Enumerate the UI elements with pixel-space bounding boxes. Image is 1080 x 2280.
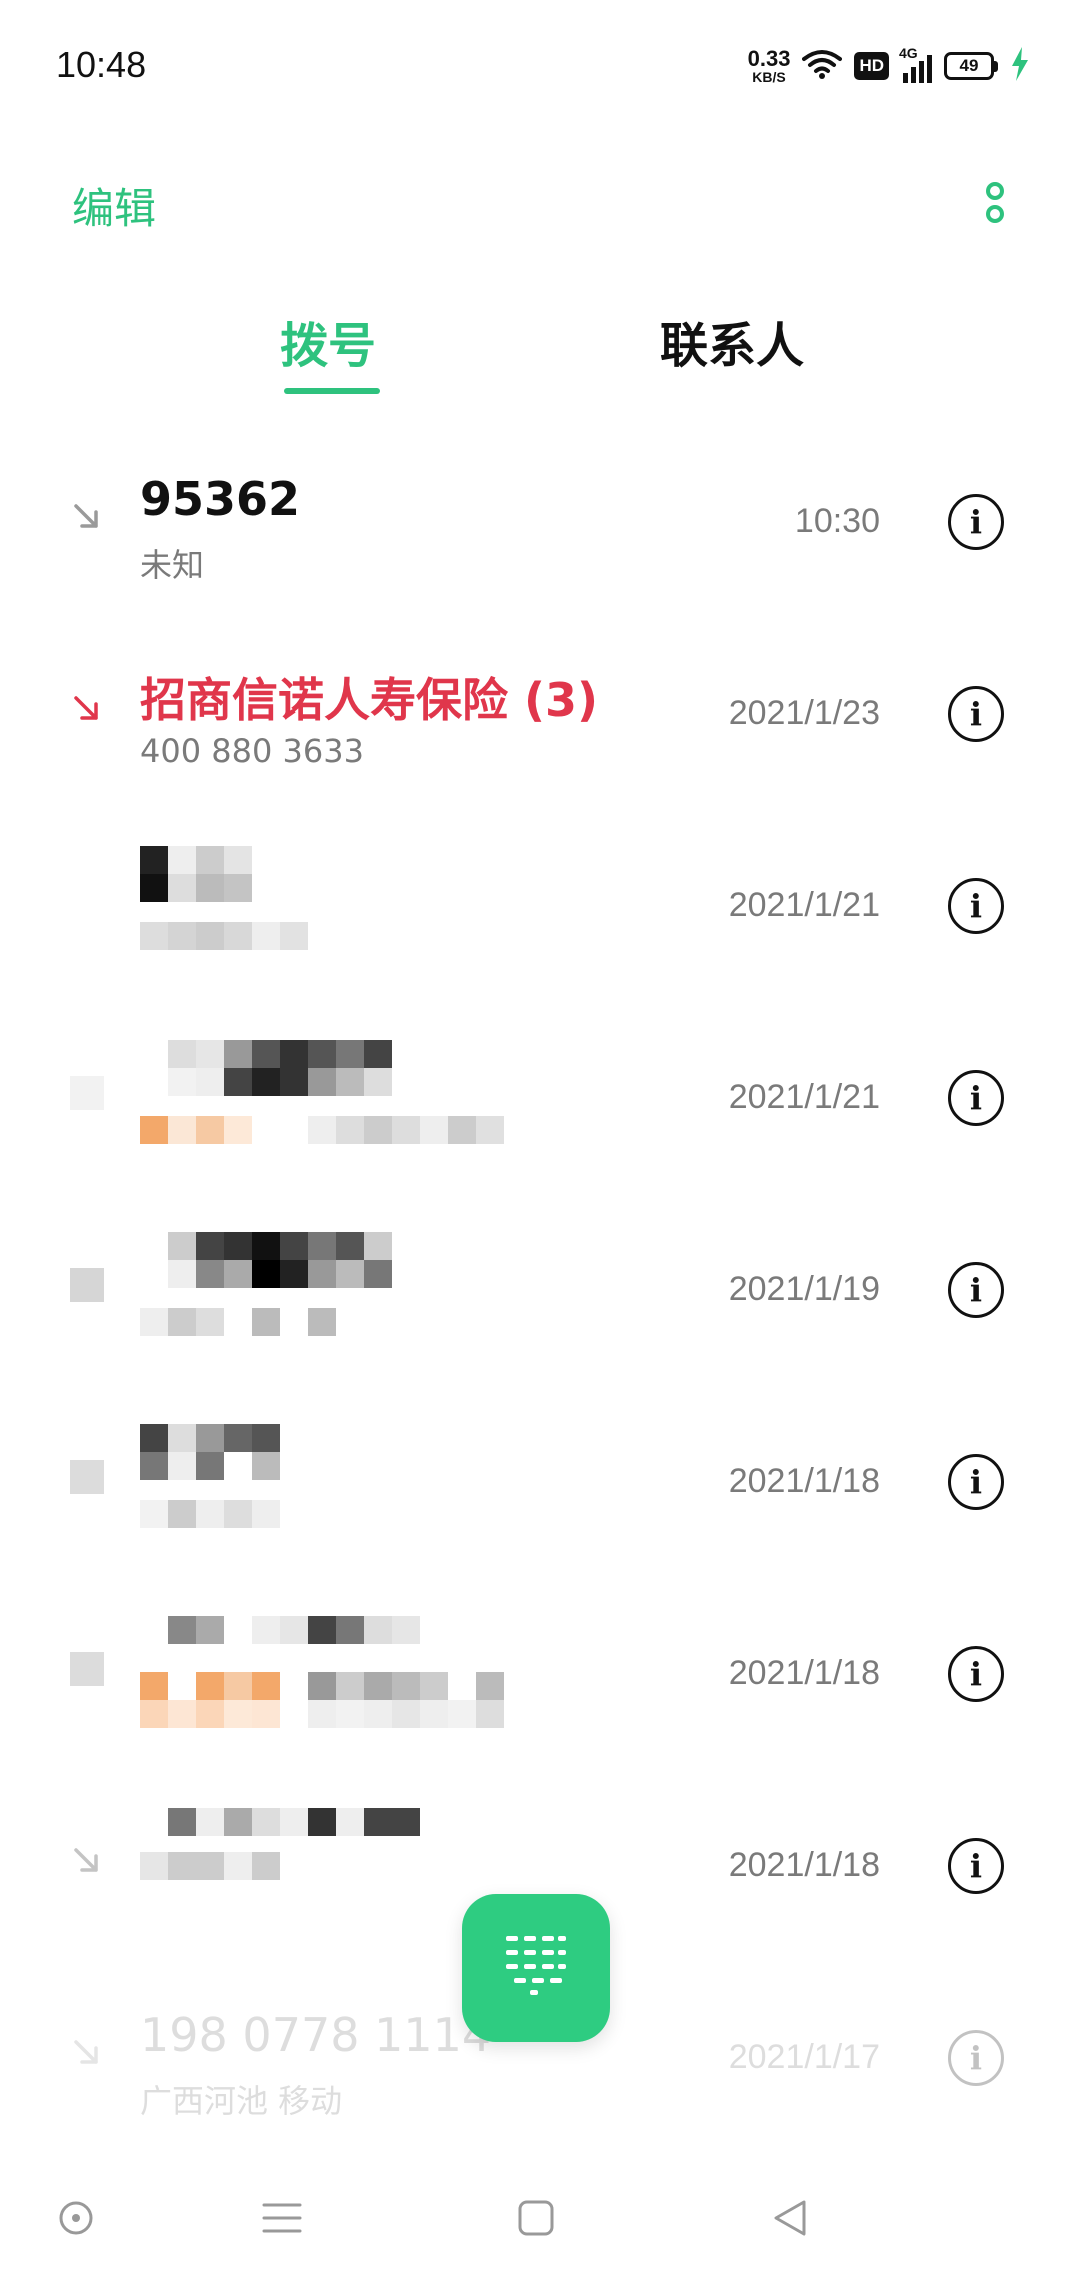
network-type-label: 4G bbox=[899, 45, 918, 61]
redacted-name bbox=[140, 1068, 392, 1096]
missed-call-icon bbox=[70, 692, 104, 726]
home-icon bbox=[516, 2198, 556, 2242]
call-direction-icon bbox=[70, 1268, 104, 1302]
caller-name: 95362 bbox=[140, 472, 301, 526]
redacted-name bbox=[140, 1040, 392, 1068]
call-time: 2021/1/18 bbox=[728, 1654, 880, 1692]
call-log-row[interactable]: 2021/1/19 i bbox=[0, 1198, 1080, 1390]
info-icon: i bbox=[969, 1655, 983, 1693]
redacted-name bbox=[140, 1616, 420, 1644]
call-log-row[interactable]: 2021/1/21 i bbox=[0, 814, 1080, 1006]
assistant-icon bbox=[56, 2198, 96, 2242]
cellular-signal-icon: 4G bbox=[899, 45, 932, 83]
edit-button[interactable]: 编辑 bbox=[72, 175, 156, 236]
info-icon: i bbox=[969, 887, 983, 925]
redacted-detail bbox=[140, 1500, 280, 1528]
call-time: 2021/1/18 bbox=[728, 1846, 880, 1884]
incoming-call-icon bbox=[70, 1844, 104, 1878]
menu-icon bbox=[260, 2200, 304, 2240]
battery-level: 49 bbox=[944, 52, 994, 80]
home-button[interactable] bbox=[506, 2190, 566, 2250]
assistant-button[interactable] bbox=[46, 2190, 106, 2250]
redacted-name bbox=[140, 846, 252, 874]
call-direction-icon bbox=[70, 1460, 104, 1494]
redacted-detail bbox=[140, 1700, 504, 1728]
wifi-icon bbox=[802, 49, 843, 83]
recent-apps-button[interactable] bbox=[252, 2190, 312, 2250]
redacted-name bbox=[140, 1260, 392, 1288]
call-log-row[interactable]: 2021/1/18 i bbox=[0, 1390, 1080, 1582]
info-icon: i bbox=[969, 1271, 983, 1309]
call-time: 2021/1/21 bbox=[728, 1078, 880, 1116]
redacted-detail bbox=[140, 1852, 280, 1880]
redacted-detail bbox=[140, 1308, 336, 1336]
call-log-row[interactable]: 2021/1/18 i bbox=[0, 1582, 1080, 1774]
call-log-row[interactable]: 招商信诺人寿保险 (3) 400 880 3633 2021/1/23 i bbox=[0, 622, 1080, 814]
caller-location: 广西河池 移动 bbox=[140, 2082, 343, 2120]
incoming-call-icon bbox=[70, 2036, 104, 2070]
call-info-button[interactable]: i bbox=[948, 2030, 1004, 2086]
call-info-button[interactable]: i bbox=[948, 1070, 1004, 1126]
tab-bar: 拨号 联系人 bbox=[0, 290, 1080, 410]
call-time: 10:30 bbox=[794, 502, 880, 540]
more-options-button[interactable] bbox=[960, 170, 1030, 240]
call-info-button[interactable]: i bbox=[948, 1646, 1004, 1702]
info-icon: i bbox=[969, 1463, 983, 1501]
call-info-button[interactable]: i bbox=[948, 878, 1004, 934]
call-info-button[interactable]: i bbox=[948, 686, 1004, 742]
info-icon: i bbox=[969, 1079, 983, 1117]
call-log-row[interactable]: 2021/1/21 i bbox=[0, 1006, 1080, 1198]
call-time: 2021/1/17 bbox=[728, 2038, 880, 2076]
dialpad-button[interactable] bbox=[462, 1894, 610, 2042]
call-info-button[interactable]: i bbox=[948, 1262, 1004, 1318]
status-time: 10:48 bbox=[56, 44, 147, 85]
call-info-button[interactable]: i bbox=[948, 1454, 1004, 1510]
charging-icon bbox=[1010, 47, 1030, 85]
net-speed-value: 0.33 bbox=[747, 46, 791, 71]
back-icon bbox=[770, 2198, 810, 2242]
redacted-detail bbox=[140, 1672, 504, 1700]
tab-indicator bbox=[284, 388, 380, 394]
call-time: 2021/1/19 bbox=[728, 1270, 880, 1308]
call-time: 2021/1/21 bbox=[728, 886, 880, 924]
hd-badge: HD bbox=[854, 52, 889, 80]
call-info-button[interactable]: i bbox=[948, 494, 1004, 550]
call-info-button[interactable]: i bbox=[948, 1838, 1004, 1894]
header: 编辑 bbox=[0, 150, 1080, 260]
redacted-name bbox=[140, 874, 252, 902]
caller-detail: 未知 bbox=[140, 546, 205, 584]
status-bar: 10:48 0.33 KB/S HD 4G 49 bbox=[0, 0, 1080, 130]
info-icon: i bbox=[969, 2039, 983, 2077]
more-vertical-icon bbox=[980, 178, 1010, 232]
net-speed-unit: KB/S bbox=[752, 69, 786, 85]
call-direction-icon bbox=[70, 1652, 104, 1686]
battery-indicator: 49 bbox=[944, 52, 998, 80]
redacted-detail bbox=[140, 922, 308, 950]
status-icons: 0.33 KB/S HD 4G 49 bbox=[748, 44, 1030, 88]
redacted-name bbox=[140, 1452, 280, 1480]
info-icon: i bbox=[969, 1847, 983, 1885]
redacted-name bbox=[140, 1232, 392, 1260]
tab-contacts[interactable]: 联系人 bbox=[660, 306, 804, 376]
call-direction-icon bbox=[70, 1076, 104, 1110]
incoming-call-icon bbox=[70, 500, 104, 534]
info-icon: i bbox=[969, 503, 983, 541]
redacted-detail bbox=[140, 1116, 504, 1144]
system-nav-bar bbox=[0, 2160, 1080, 2280]
back-button[interactable] bbox=[760, 2190, 820, 2250]
redacted-name bbox=[140, 1808, 420, 1836]
net-speed: 0.33 KB/S bbox=[747, 46, 791, 85]
call-time: 2021/1/18 bbox=[728, 1462, 880, 1500]
caller-number: 400 880 3633 bbox=[140, 732, 364, 770]
call-time: 2021/1/23 bbox=[728, 694, 880, 732]
caller-name: 招商信诺人寿保险 (3) bbox=[140, 673, 599, 727]
tab-dial[interactable]: 拨号 bbox=[280, 306, 376, 376]
redacted-name bbox=[140, 1424, 280, 1452]
info-icon: i bbox=[969, 695, 983, 733]
call-log-row[interactable]: 95362 未知 10:30 i bbox=[0, 430, 1080, 622]
caller-number: 198 0778 1114 bbox=[140, 2008, 492, 2062]
dialpad-icon bbox=[500, 1930, 572, 2006]
